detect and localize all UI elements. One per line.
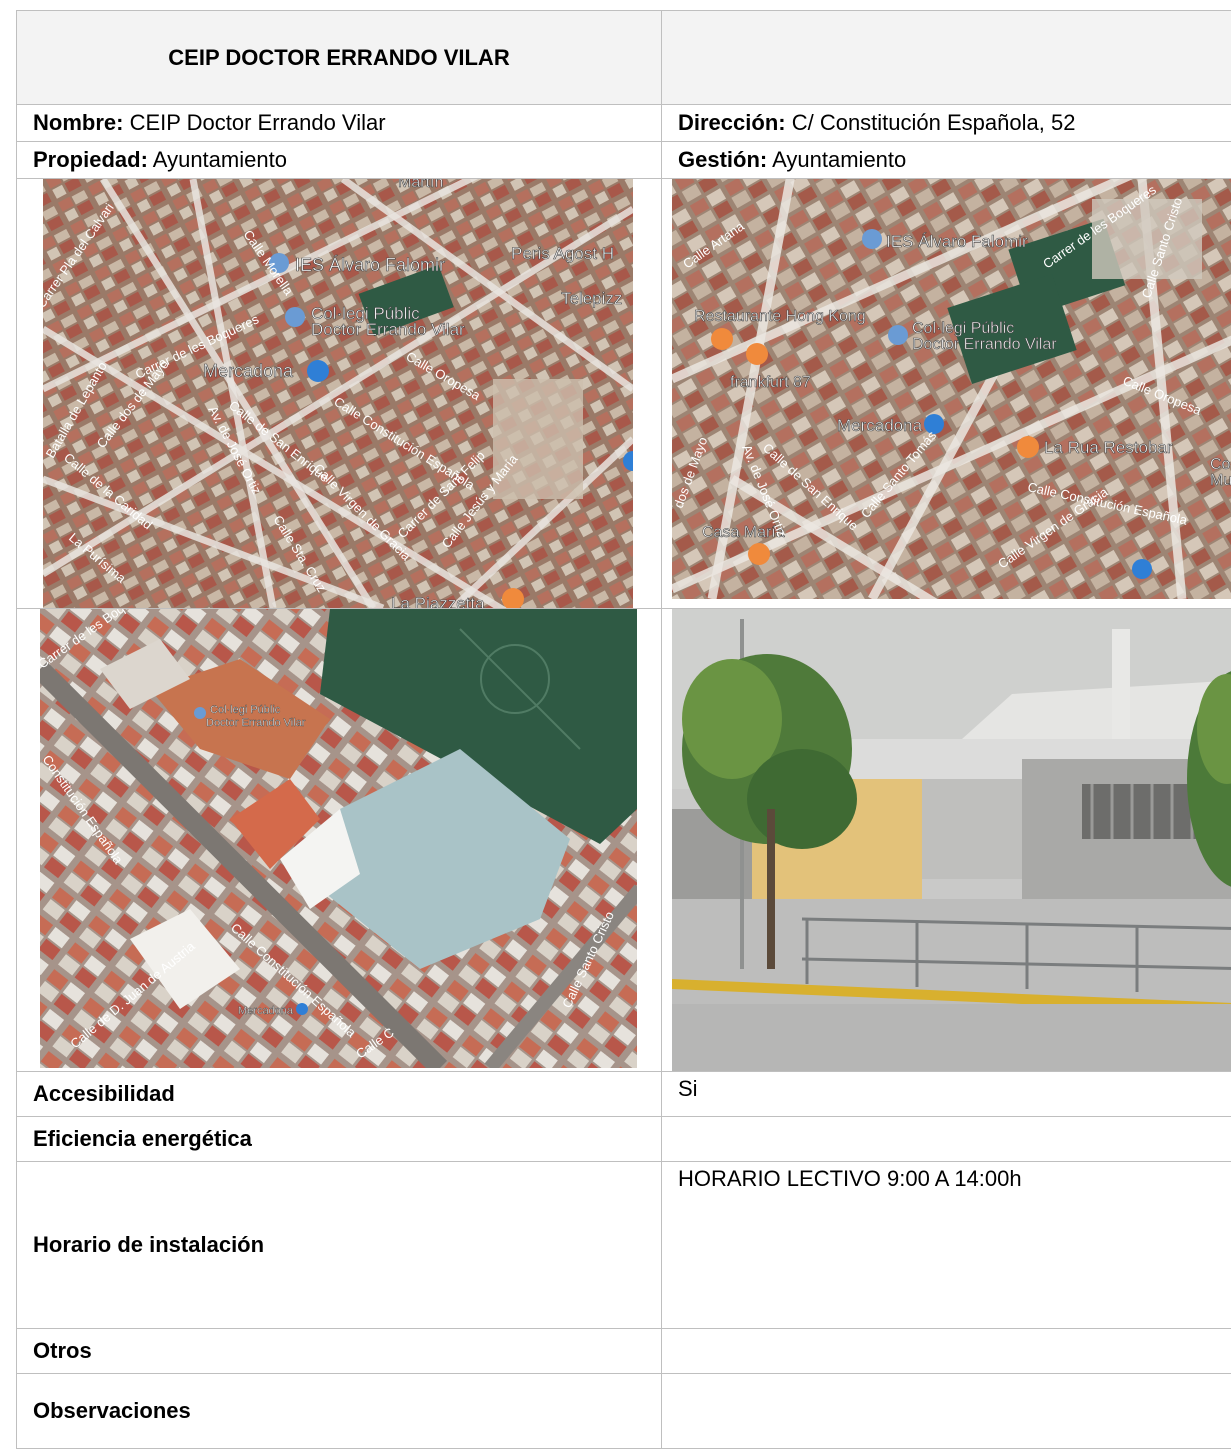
propiedad-cell: Propiedad: Ayuntamiento — [17, 142, 662, 179]
accesibilidad-label-cell: Accesibilidad — [17, 1072, 662, 1117]
nombre-value: CEIP Doctor Errando Vilar — [123, 110, 385, 135]
satellite-map-wide: IES Álvaro Falomir Col·legi Públic Docto… — [43, 179, 633, 608]
school-title: CEIP DOCTOR ERRANDO VILAR — [17, 11, 662, 105]
map2-label-mu: Mu — [1210, 472, 1231, 489]
row-observaciones: Observaciones — [17, 1374, 1231, 1449]
gestion-value: Ayuntamiento — [767, 147, 906, 172]
map2-label-colegio2: Doctor Errando Vilar — [912, 336, 1057, 353]
propiedad-label: Propiedad: — [33, 147, 148, 172]
row-horario: Horario de instalación HORARIO LECTIVO 9… — [17, 1162, 1231, 1329]
observaciones-label-cell: Observaciones — [17, 1374, 662, 1449]
accesibilidad-value: Si — [662, 1072, 1231, 1117]
map1-label-mercadona: Mercadona — [203, 361, 294, 381]
info-table: CEIP DOCTOR ERRANDO VILAR Nombre: CEIP D… — [16, 10, 1231, 1449]
row-photos: Col·legi Públic Doctor Errando Vilar Mer… — [17, 609, 1231, 1072]
gestion-cell: Gestión: Ayuntamiento — [662, 142, 1231, 179]
row-maps: IES Álvaro Falomir Col·legi Públic Docto… — [17, 179, 1231, 609]
map2-label-larua: La Rua Restobar — [1044, 438, 1173, 457]
map1-label-telepizza: Telepizz — [561, 289, 622, 308]
map1-label-martin: Martín — [398, 179, 443, 191]
street-photo-cell — [662, 609, 1231, 1072]
map3-label-colegio2: Doctor Errando Vilar — [206, 717, 306, 729]
header-row: CEIP DOCTOR ERRANDO VILAR — [17, 11, 1231, 105]
row-nombre-direccion: Nombre: CEIP Doctor Errando Vilar Direcc… — [17, 105, 1231, 142]
direccion-label: Dirección: — [678, 110, 786, 135]
horario-value: HORARIO LECTIVO 9:00 A 14:00h — [662, 1162, 1231, 1329]
header-empty-cell — [662, 11, 1231, 105]
row-accesibilidad: Accesibilidad Si — [17, 1072, 1231, 1117]
map-cell-left: IES Álvaro Falomir Col·legi Públic Docto… — [17, 179, 662, 609]
satellite-map-close: IES Álvaro Falomir Restaurante Hong Kong… — [672, 179, 1231, 599]
map2-label-mercadona: Mercadona — [837, 416, 923, 435]
map1-label-piazzetta: La Piazzetta — [391, 594, 485, 608]
map-cell-right: IES Álvaro Falomir Restaurante Hong Kong… — [662, 179, 1231, 609]
nombre-cell: Nombre: CEIP Doctor Errando Vilar — [17, 105, 662, 142]
horario-label: Horario de instalación — [33, 1232, 264, 1257]
map2-label-ies: IES Álvaro Falomir — [886, 232, 1028, 251]
row-eficiencia: Eficiencia energética — [17, 1117, 1231, 1162]
map1-label-peris: Peris Agost H — [511, 244, 614, 263]
otros-label: Otros — [33, 1338, 92, 1363]
map1-label-colegio2: Doctor Errando Vilar — [311, 320, 465, 339]
map3-label-mercadona: Mercadona — [238, 1005, 294, 1017]
aerial-cell: Col·legi Públic Doctor Errando Vilar Mer… — [17, 609, 662, 1072]
map2-label-hongkong: Restaurante Hong Kong — [694, 308, 866, 325]
propiedad-value: Ayuntamiento — [148, 147, 287, 172]
aerial-photo: Col·legi Públic Doctor Errando Vilar Mer… — [40, 609, 637, 1068]
map2-label-co: Co — [1210, 456, 1231, 473]
row-otros: Otros — [17, 1329, 1231, 1374]
map2-label-frankfurt: frankfurt 87 — [730, 374, 811, 391]
observaciones-label: Observaciones — [33, 1398, 191, 1423]
street-photo — [672, 609, 1231, 1071]
row-propiedad-gestion: Propiedad: Ayuntamiento Gestión: Ayuntam… — [17, 142, 1231, 179]
school-info-sheet: CEIP DOCTOR ERRANDO VILAR Nombre: CEIP D… — [16, 10, 1231, 1449]
map3-label-colegio: Col·legi Públic — [210, 704, 281, 716]
gestion-label: Gestión: — [678, 147, 767, 172]
observaciones-value — [662, 1374, 1231, 1449]
direccion-cell: Dirección: C/ Constitución Española, 52 — [662, 105, 1231, 142]
map1-label-ies: IES Álvaro Falomir — [295, 255, 445, 275]
accesibilidad-label: Accesibilidad — [33, 1081, 175, 1106]
otros-value — [662, 1329, 1231, 1374]
otros-label-cell: Otros — [17, 1329, 662, 1374]
eficiencia-value — [662, 1117, 1231, 1162]
direccion-value: C/ Constitución Española, 52 — [786, 110, 1076, 135]
map2-label-colegio: Col·legi Públic — [912, 320, 1014, 337]
eficiencia-label: Eficiencia energética — [33, 1126, 252, 1151]
horario-label-cell: Horario de instalación — [17, 1162, 662, 1329]
nombre-label: Nombre: — [33, 110, 123, 135]
eficiencia-label-cell: Eficiencia energética — [17, 1117, 662, 1162]
